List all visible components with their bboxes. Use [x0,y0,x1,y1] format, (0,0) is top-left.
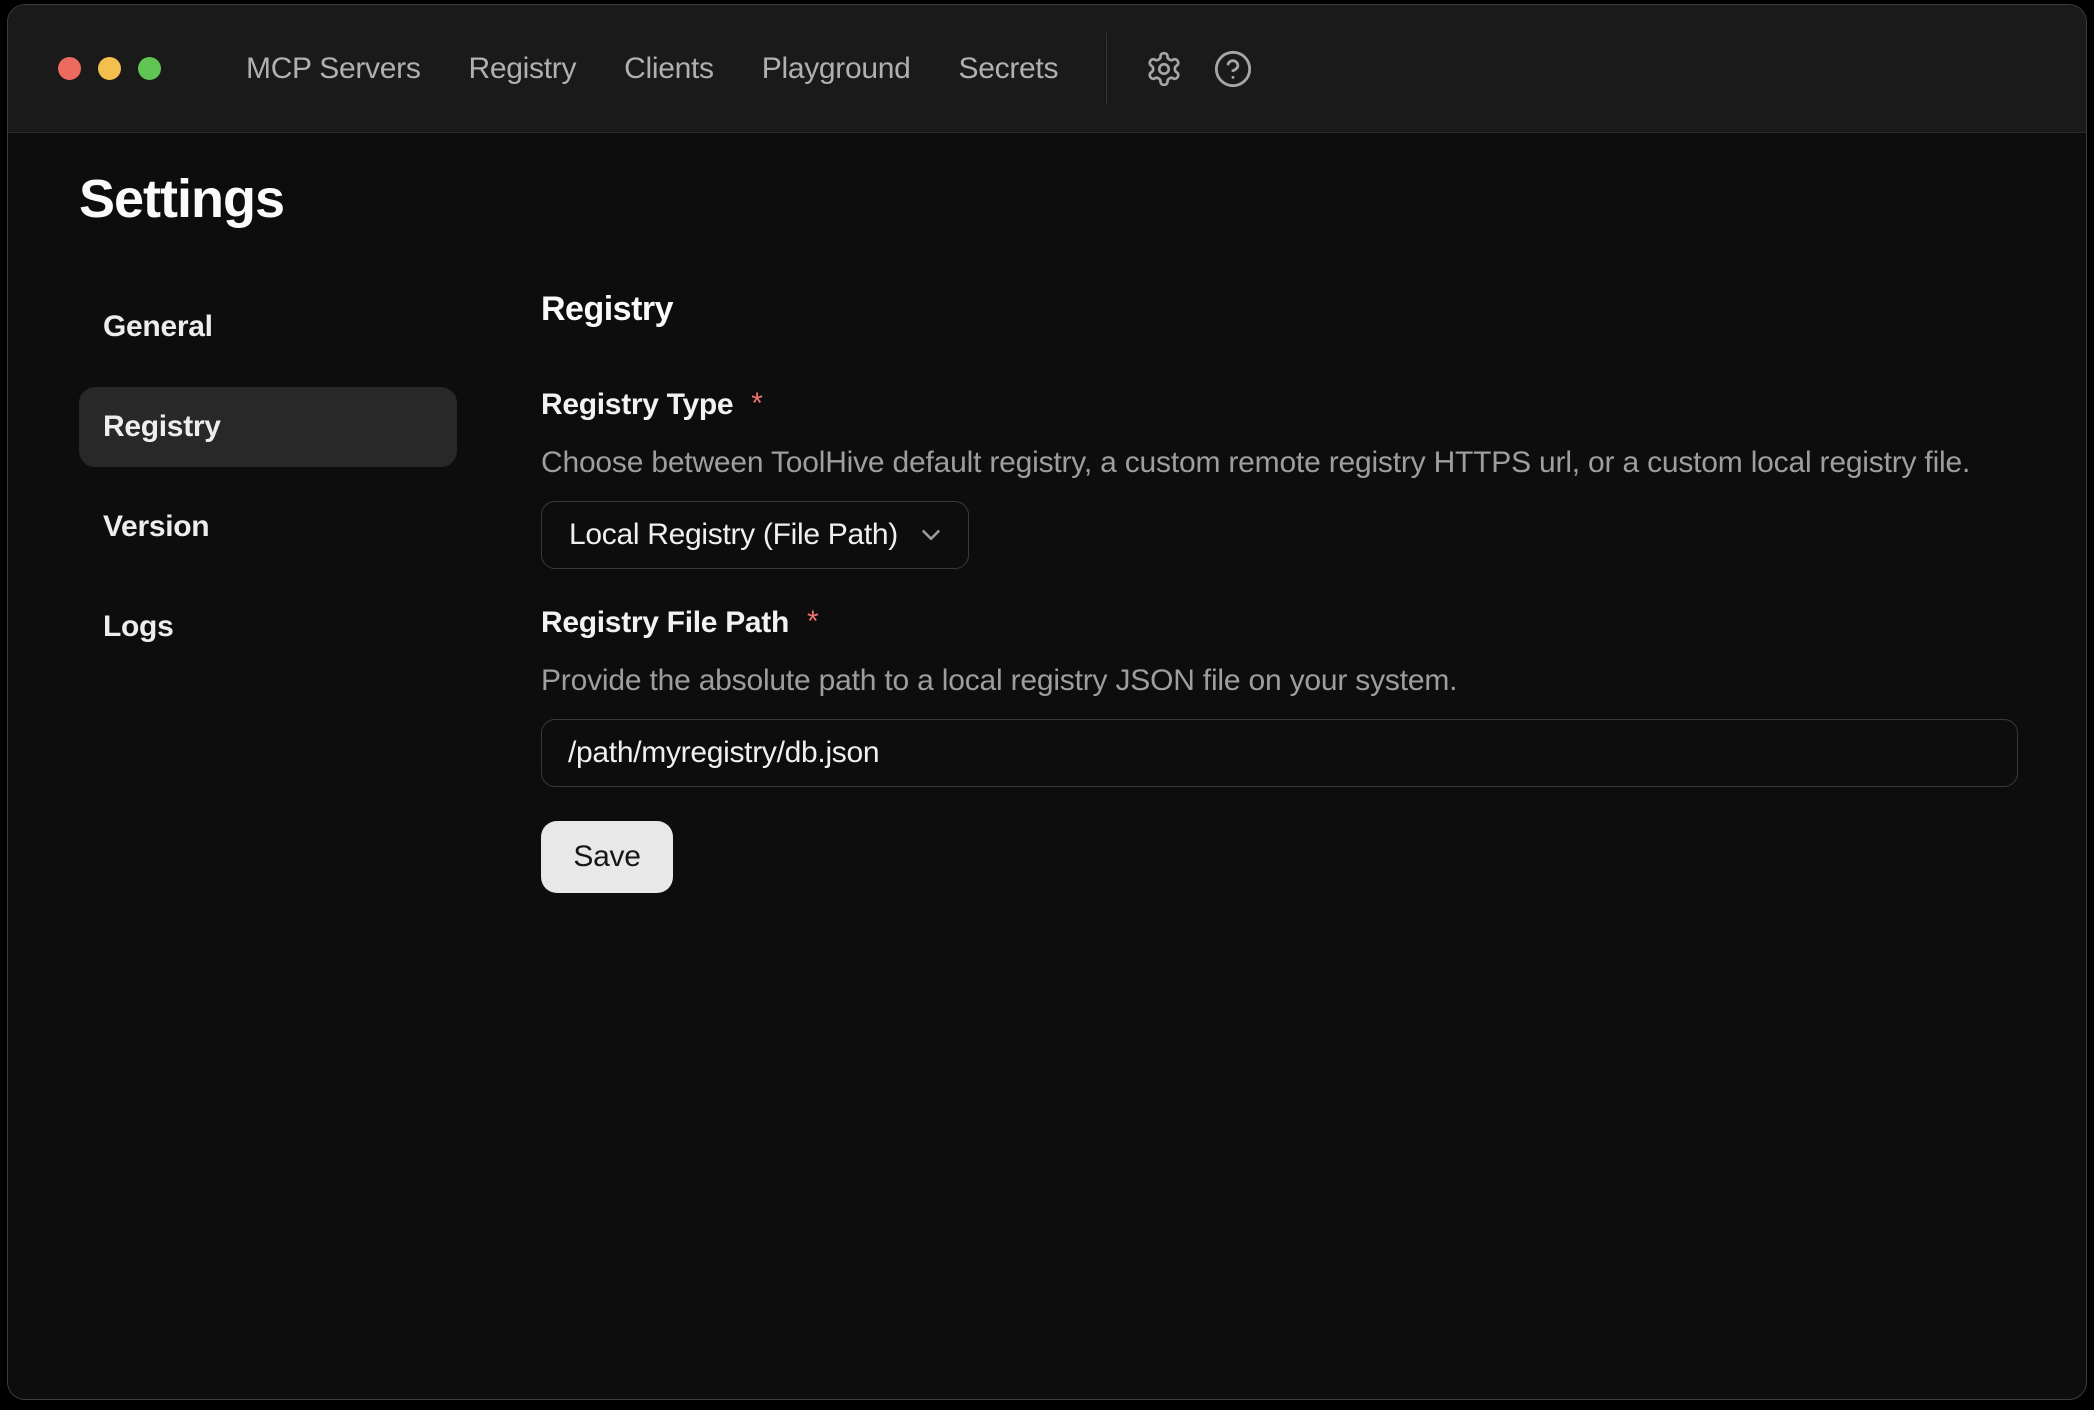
section-heading: Registry [541,287,2018,331]
nav-item-playground[interactable]: Playground [762,52,911,86]
nav-divider [1106,33,1107,105]
help-button[interactable] [1213,49,1253,89]
sidebar-item-registry[interactable]: Registry [79,387,457,467]
nav-item-secrets[interactable]: Secrets [959,52,1059,86]
settings-sidebar: General Registry Version Logs [79,287,457,687]
zoom-window-button[interactable] [138,57,161,80]
required-asterisk: * [751,386,763,422]
registry-file-path-label-row: Registry File Path * [541,605,2018,641]
registry-type-select[interactable]: Local Registry (File Path) [541,501,969,569]
page-title: Settings [79,163,2018,235]
registry-type-description: Choose between ToolHive default registry… [541,445,2018,481]
nav-item-registry[interactable]: Registry [469,52,577,86]
minimize-window-button[interactable] [98,57,121,80]
help-icon [1213,49,1253,89]
required-asterisk: * [807,604,819,640]
save-button[interactable]: Save [541,821,673,893]
chevron-down-icon [916,520,946,550]
sidebar-item-logs[interactable]: Logs [79,587,457,667]
registry-settings-panel: Registry Registry Type * Choose between … [541,287,2018,893]
sidebar-item-general[interactable]: General [79,287,457,367]
settings-page: Settings General Registry Version Logs R… [8,133,2086,893]
app-window: MCP Servers Registry Clients Playground … [7,4,2087,1400]
screen: MCP Servers Registry Clients Playground … [0,0,2094,1410]
nav-item-clients[interactable]: Clients [624,52,714,86]
settings-gear-button[interactable] [1145,50,1183,88]
top-nav: MCP Servers Registry Clients Playground … [246,52,1058,86]
registry-type-label-row: Registry Type * [541,387,2018,423]
registry-file-path-description: Provide the absolute path to a local reg… [541,663,2018,699]
registry-type-selected-value: Local Registry (File Path) [569,518,898,552]
titlebar: MCP Servers Registry Clients Playground … [8,5,2086,133]
nav-item-mcp-servers[interactable]: MCP Servers [246,52,421,86]
window-controls [58,57,161,80]
sidebar-item-version[interactable]: Version [79,487,457,567]
close-window-button[interactable] [58,57,81,80]
registry-file-path-input[interactable] [541,719,2018,787]
registry-file-path-label: Registry File Path [541,605,789,641]
gear-icon [1145,50,1183,88]
registry-type-label: Registry Type [541,387,733,423]
